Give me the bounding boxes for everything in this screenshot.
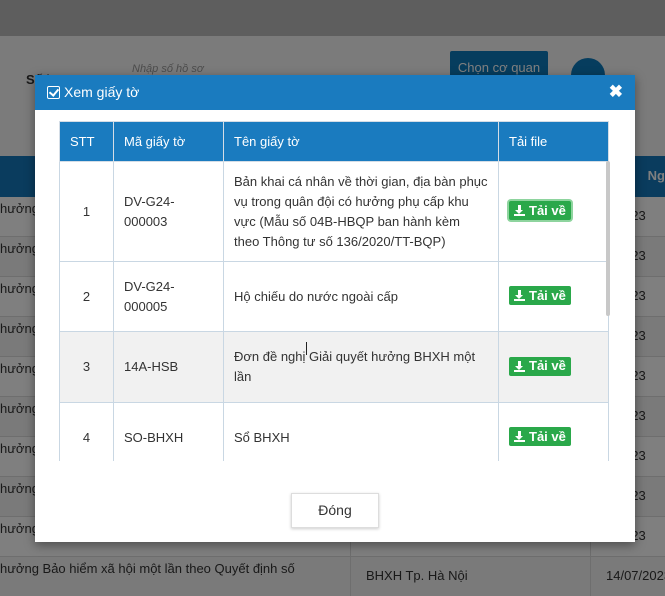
download-button[interactable]: Tải về [509, 286, 571, 305]
download-icon [514, 360, 525, 372]
download-button[interactable]: Tải về [509, 201, 571, 220]
column-header-code: Mã giấy tờ [113, 121, 224, 162]
row-code: SO-BHXH [113, 402, 224, 461]
row-file-cell: Tải về [498, 261, 609, 332]
table-header-row: STT Mã giấy tờ Tên giấy tờ Tải file [59, 121, 609, 162]
row-name: Bản khai cá nhân về thời gian, địa bàn p… [223, 161, 499, 262]
table-row: 2 DV-G24-000005 Hộ chiếu do nước ngoài c… [59, 261, 609, 332]
row-name: Sổ BHXH [223, 402, 499, 461]
row-stt: 2 [59, 261, 114, 332]
row-code: DV-G24-000005 [113, 261, 224, 332]
view-documents-modal: Xem giấy tờ ✖ STT Mã giấy tờ Tên giấy tờ… [35, 75, 635, 542]
documents-table-container[interactable]: STT Mã giấy tờ Tên giấy tờ Tải file 1 DV… [59, 121, 609, 461]
row-name: Hộ chiếu do nước ngoài cấp [223, 261, 499, 332]
column-header-file: Tải file [498, 121, 609, 162]
download-icon [514, 290, 525, 301]
table-row: 1 DV-G24-000003 Bản khai cá nhân về thời… [59, 161, 609, 262]
row-name: Đơn đề nghị Giải quyết hưởng BHXH một lầ… [223, 331, 499, 403]
close-icon[interactable]: ✖ [609, 82, 623, 102]
text-cursor-icon [306, 341, 308, 356]
download-button[interactable]: Tải về [509, 356, 571, 376]
close-button[interactable]: Đóng [291, 493, 379, 528]
download-label: Tải về [529, 202, 566, 218]
download-icon [514, 431, 525, 442]
column-header-name: Tên giấy tờ [223, 121, 499, 162]
row-file-cell: Tải về [498, 161, 609, 262]
row-stt: 3 [59, 331, 114, 403]
modal-title: Xem giấy tờ [47, 84, 139, 100]
download-label: Tải về [529, 287, 566, 303]
modal-header: Xem giấy tờ ✖ [35, 75, 635, 110]
download-icon [514, 205, 525, 216]
table-row: 4 SO-BHXH Sổ BHXH Tải về [59, 402, 609, 461]
table-scrollbar[interactable] [606, 161, 610, 316]
row-code: DV-G24-000003 [113, 161, 224, 262]
column-header-stt: STT [59, 121, 114, 162]
row-code: 14A-HSB [113, 331, 224, 403]
documents-table: STT Mã giấy tờ Tên giấy tờ Tải file 1 DV… [59, 121, 609, 461]
row-stt: 4 [59, 402, 114, 461]
modal-title-text: Xem giấy tờ [64, 84, 140, 100]
download-label: Tải về [529, 358, 566, 373]
row-stt: 1 [59, 161, 114, 262]
row-file-cell: Tải về [498, 402, 609, 461]
table-row: 3 14A-HSB Đơn đề nghị Giải quyết hưởng B… [59, 331, 609, 403]
download-button[interactable]: Tải về [509, 427, 571, 446]
row-file-cell: Tải về [498, 331, 609, 403]
check-square-icon [47, 85, 60, 99]
download-label: Tải về [529, 428, 566, 444]
